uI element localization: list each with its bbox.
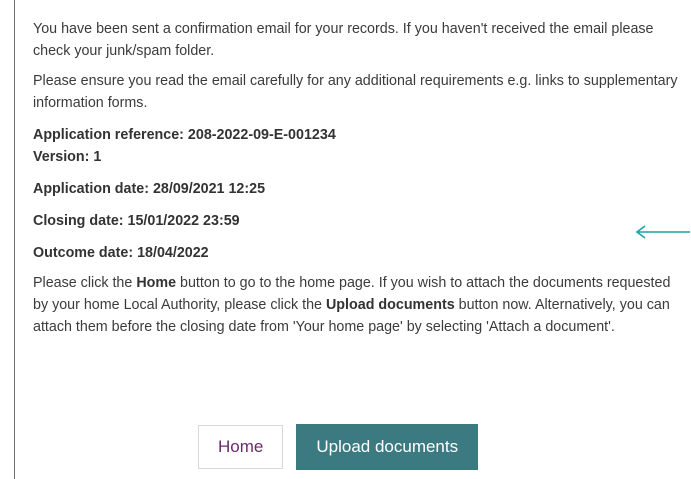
- confirmation-content: You have been sent a confirmation email …: [33, 18, 681, 338]
- instructions-upload-bold: Upload documents: [325, 297, 455, 313]
- application-date: Application date: 28/09/2021 12:25: [33, 181, 266, 197]
- instructions-text: Please click the Home button to go to th…: [33, 272, 673, 338]
- outcome-date: Outcome date: 18/04/2022: [33, 245, 209, 261]
- action-buttons: Home Upload documents: [198, 424, 479, 470]
- application-reference: Application reference: 208-2022-09-E-001…: [33, 127, 336, 143]
- arrow-left-icon: [635, 225, 690, 239]
- instructions-part1: Please click the: [33, 275, 137, 291]
- instructions-home-bold: Home: [136, 275, 177, 291]
- confirmation-email-text: You have been sent a confirmation email …: [33, 21, 654, 59]
- confirmation-panel: You have been sent a confirmation email …: [14, 0, 691, 479]
- home-button[interactable]: Home: [198, 425, 284, 469]
- closing-date: Closing date: 15/01/2022 23:59: [33, 213, 240, 229]
- ensure-read-text: Please ensure you read the email careful…: [33, 73, 678, 111]
- upload-documents-button[interactable]: Upload documents: [296, 424, 479, 470]
- application-version: Version: 1: [33, 149, 102, 165]
- application-reference-block: Application reference: 208-2022-09-E-001…: [33, 124, 681, 168]
